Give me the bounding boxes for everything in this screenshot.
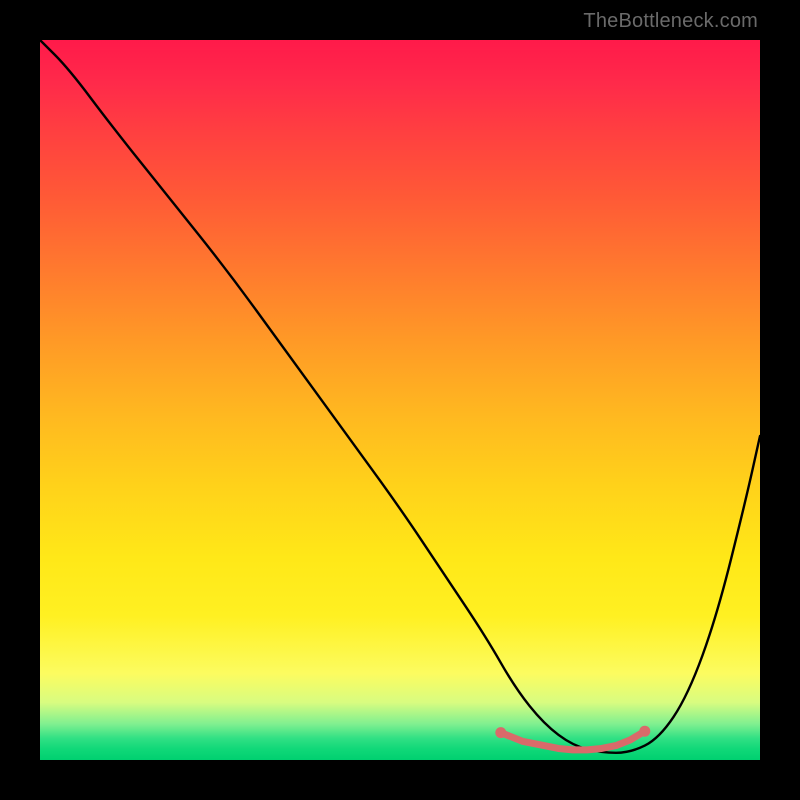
marker-stroke — [501, 731, 645, 750]
min-region-markers — [495, 726, 650, 750]
marker-dot — [495, 727, 506, 738]
chart-frame: TheBottleneck.com — [0, 0, 800, 800]
attribution-text: TheBottleneck.com — [583, 10, 758, 33]
plot-area — [40, 40, 760, 760]
bottleneck-curve — [40, 40, 760, 753]
marker-dot — [639, 726, 650, 737]
bottleneck-curve-svg — [40, 40, 760, 760]
